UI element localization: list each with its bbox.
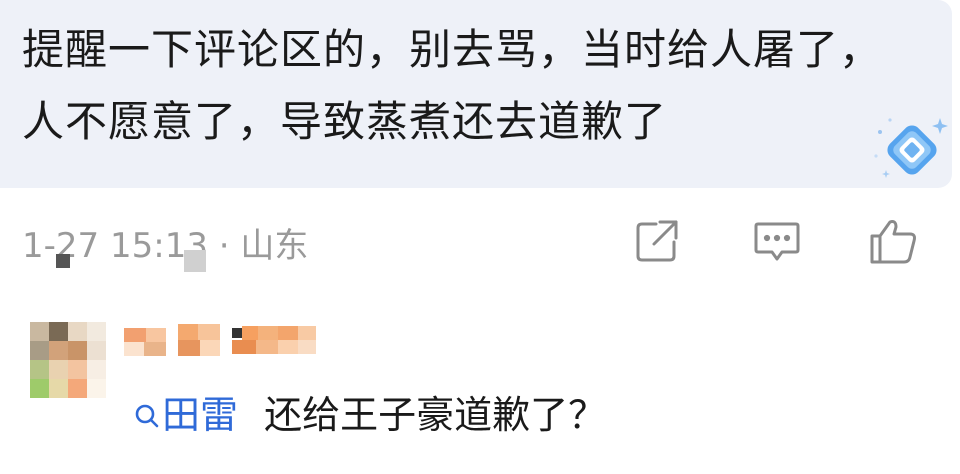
username-mosaic[interactable] <box>124 322 380 362</box>
reply-content: 田雷 还给王子豪道歉了？ <box>134 384 606 439</box>
search-icon <box>134 394 160 428</box>
comment-bubble: 提醒一下评论区的，别去骂，当时给人屠了，人不愿意了，导致蒸煮还去道歉了 <box>0 0 952 188</box>
comment-text: 提醒一下评论区的，别去骂，当时给人屠了，人不愿意了，导致蒸煮还去道歉了 <box>22 25 883 146</box>
blur-mosaic <box>56 254 70 268</box>
reply-item: 田雷 还给王子豪道歉了？ <box>0 300 960 474</box>
mention-link[interactable]: 田雷 <box>134 393 250 437</box>
sparkle-diamond-icon[interactable] <box>868 112 952 184</box>
avatar[interactable] <box>30 322 106 398</box>
mention-name: 田雷 <box>162 393 239 437</box>
reply-text: 还给王子豪道歉了？ <box>264 393 607 437</box>
like-icon[interactable] <box>866 214 920 268</box>
share-icon[interactable] <box>630 214 684 268</box>
reply-icon[interactable] <box>750 214 804 268</box>
comment-meta-row: 1-27 15:13 · 山东 <box>22 214 942 272</box>
blur-mosaic <box>184 250 206 272</box>
